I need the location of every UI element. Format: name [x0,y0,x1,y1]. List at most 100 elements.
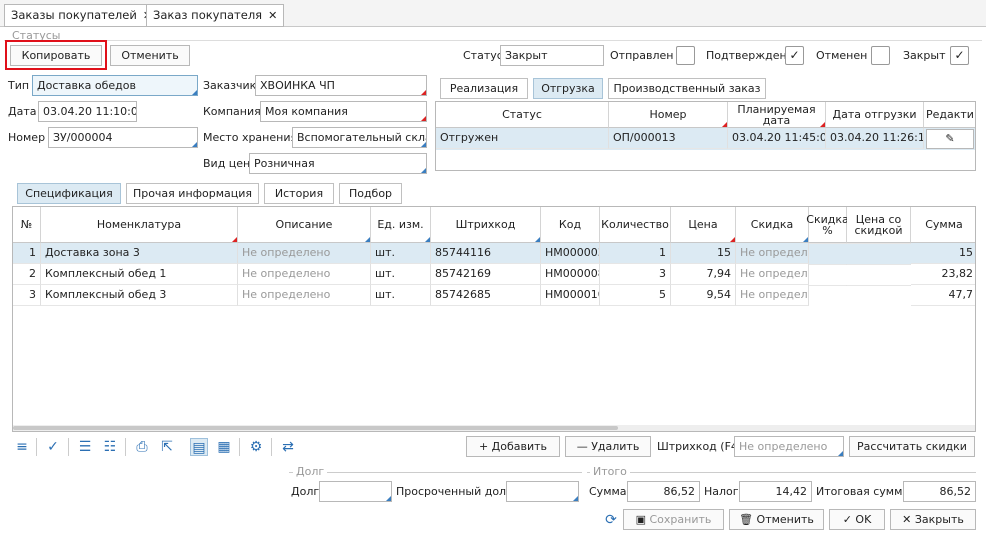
company-value: Моя компания [265,105,348,118]
tab-other-info[interactable]: Прочая информация [126,183,259,204]
number-field[interactable]: ЗУ/000004 [48,127,198,148]
totals-group [587,472,976,473]
total-field[interactable]: 86,52 [903,481,976,502]
debt-field[interactable] [319,481,392,502]
print-icon[interactable]: ⎙ [133,438,151,456]
col-header-index[interactable]: № [13,207,41,243]
tab-specification[interactable]: Спецификация [17,183,121,204]
check-list-icon[interactable]: ✓ [44,438,62,456]
close-button[interactable]: ✕ Закрыть [890,509,976,530]
export-icon[interactable]: ⇱ [158,438,176,456]
sent-label: Отправлен [610,49,674,62]
gear-icon[interactable]: ⚙ [247,438,265,456]
table-row[interactable]: 3 Комплексный обед 3 Не определено шт. 8… [13,285,975,306]
cell-nomenclature: Доставка зона 3 [41,243,238,264]
sum-field[interactable]: 86,52 [627,481,700,502]
cancel-button[interactable]: 🗑 Отменить [729,509,824,530]
tab-history[interactable]: История [264,183,334,204]
tab-selection[interactable]: Подбор [339,183,402,204]
date-field[interactable]: 03.04.20 11:10:04 [38,101,137,122]
field-marker [365,237,370,242]
grid-view-icon[interactable]: ▦ [215,438,233,456]
ok-label: OK [855,513,872,526]
table-row[interactable]: 2 Комплексный обед 1 Не определено шт. 8… [13,264,975,285]
cell-ship-date: 03.04.20 11:26:11 [826,128,924,149]
close-icon[interactable]: ✕ [268,9,277,22]
debt-group [289,472,582,473]
price-type-field[interactable]: Розничная [249,153,427,174]
trash-icon: 🗑 [739,513,757,526]
col-header-ship-date[interactable]: Дата отгрузки [826,102,924,128]
col-header-number[interactable]: Номер [609,102,728,128]
swap-icon[interactable]: ⇄ [279,438,297,456]
customer-field[interactable]: ХВОИНКА ЧП [255,75,427,96]
col-header-discount-percent[interactable]: Скидка % [806,207,849,243]
window-tab-orders[interactable]: Заказы покупателей✕ [4,4,160,27]
cell-quantity: 3 [600,264,671,285]
cell-unit: шт. [371,243,431,264]
required-marker [421,90,426,95]
cell-price: 15 [671,243,736,264]
save-button[interactable]: ▣ Сохранить [623,509,724,530]
close-icon: ✕ [902,513,915,526]
col-header-planned-date[interactable]: Планируемая дата [728,102,826,128]
cell-number: ОП/000013 [609,128,728,149]
cell-sum: 47,7 [911,285,975,306]
numbered-list-icon[interactable]: ☰ [76,438,94,456]
sent-checkbox[interactable] [676,46,695,65]
cell-barcode: 85744116 [431,243,541,264]
type-value: Доставка обедов [37,79,136,92]
delete-button[interactable]: — Удалить [565,436,651,457]
confirmed-label: Подтвержден [706,49,787,62]
canceled-checkbox[interactable] [871,46,890,65]
tab-production-order[interactable]: Производственный заказ [608,78,766,99]
col-header-unit[interactable]: Ед. изм. [371,207,431,243]
col-header-discount[interactable]: Скидка [736,207,809,243]
header-text: Описание [275,218,333,231]
status-field[interactable]: Закрыт [500,45,604,66]
type-field[interactable]: Доставка обедов [32,75,198,96]
cell-index: 3 [13,285,41,306]
col-header-status[interactable]: Статус [436,102,609,128]
number-value: ЗУ/000004 [53,131,113,144]
filter-icon[interactable]: ≡ [13,438,31,456]
horizontal-scrollbar[interactable] [13,425,975,431]
required-marker [722,122,727,127]
ok-button[interactable]: ✓ OK [829,509,885,530]
cell-price: 9,54 [671,285,736,306]
col-header-sum[interactable]: Сумма [911,207,975,243]
col-header-price[interactable]: Цена [671,207,736,243]
list-view-icon[interactable]: ▤ [190,438,208,456]
edit-button[interactable]: ✎ [926,129,974,149]
closed-checkbox[interactable]: ✓ [950,46,969,65]
confirmed-checkbox[interactable]: ✓ [785,46,804,65]
window-tab-order[interactable]: Заказ покупателя ✕ [146,4,285,27]
tab-realization[interactable]: Реализация [440,78,528,99]
add-list-icon[interactable]: ☷ [101,438,119,456]
col-header-discounted-price[interactable]: Цена со скидкой [847,207,911,243]
col-header-edit[interactable]: Редактир [924,102,975,128]
cell-code: НМ000010 [541,285,600,306]
col-header-barcode[interactable]: Штрихкод [431,207,541,243]
barcode-input[interactable]: Не определено [734,436,844,457]
col-header-quantity[interactable]: Количество [600,207,671,243]
scrollbar-thumb[interactable] [13,426,618,430]
cancel-status-button[interactable]: Отменить [110,45,190,66]
col-header-description[interactable]: Описание [238,207,371,243]
company-field[interactable]: Моя компания [260,101,427,122]
add-button[interactable]: + Добавить [466,436,560,457]
window-tab-label: Заказ покупателя [153,8,263,22]
overdue-field[interactable] [506,481,579,502]
cell-description: Не определено [238,243,371,264]
tax-field[interactable]: 14,42 [739,481,812,502]
calc-discounts-button[interactable]: Рассчитать скидки [849,436,975,457]
storage-label: Место хранения [203,131,298,144]
col-header-code[interactable]: Код [541,207,600,243]
storage-field[interactable]: Вспомогательный склад [292,127,427,148]
customer-label: Заказчик [203,79,257,92]
table-row[interactable]: 1 Доставка зона 3 Не определено шт. 8574… [13,243,975,264]
col-header-nomenclature[interactable]: Номенклатура [41,207,238,243]
tab-shipment[interactable]: Отгрузка [533,78,603,99]
table-row[interactable]: Отгружен ОП/000013 03.04.20 11:45:00 03.… [436,128,975,150]
refresh-icon[interactable]: ⟳ [602,511,620,529]
